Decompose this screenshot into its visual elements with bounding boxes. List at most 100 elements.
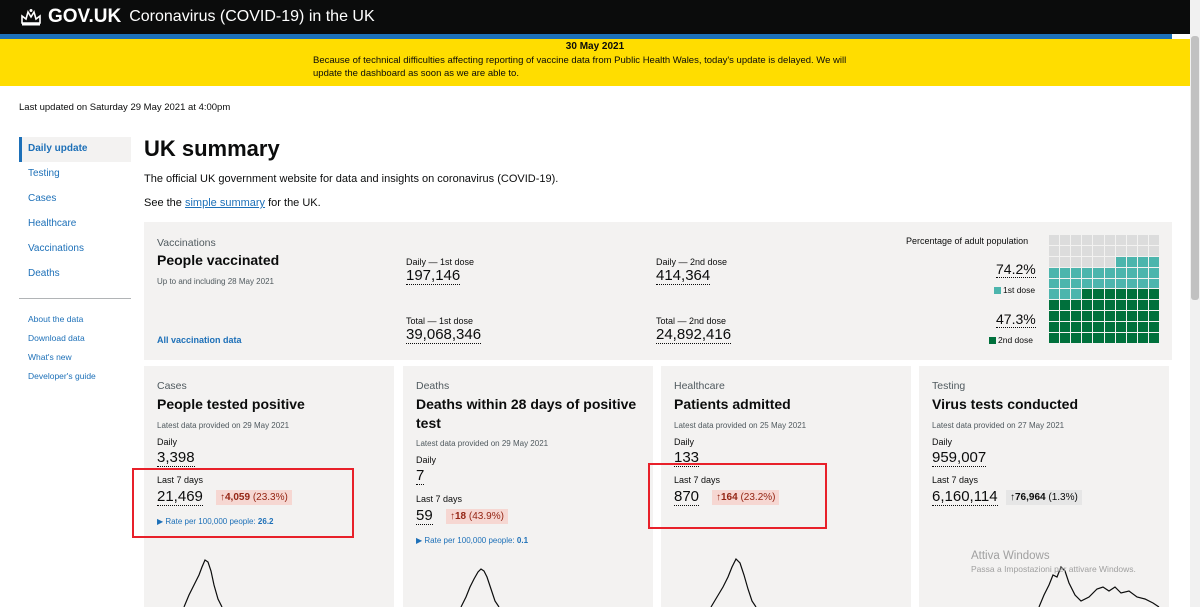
nav-vaccinations[interactable]: Vaccinations — [19, 237, 131, 262]
rate-label: Rate per 100,000 people: — [424, 536, 515, 545]
waffle-cell — [1126, 300, 1137, 311]
change-value: 76,964 — [1015, 492, 1046, 503]
waffle-cell — [1082, 289, 1093, 300]
deaths-card: Deaths Deaths within 28 days of positive… — [403, 366, 653, 607]
scrollbar-thumb[interactable] — [1191, 36, 1199, 300]
daily-label: Daily — [932, 437, 953, 447]
triangle-right-icon: ▶ — [416, 536, 423, 545]
card-title[interactable]: Patients admitted — [674, 395, 904, 414]
waffle-cell — [1060, 333, 1071, 343]
waffle-cell — [1049, 289, 1060, 300]
waffle-cell — [1049, 235, 1060, 245]
waffle-cell — [1082, 322, 1093, 333]
nav-cases[interactable]: Cases — [19, 187, 131, 212]
waffle-cell — [1093, 300, 1104, 311]
daily-value[interactable]: 3,398 — [157, 449, 195, 467]
legend-1st-label: 1st dose — [1003, 285, 1036, 295]
legend-2nd-dose: 2nd dose — [989, 335, 1033, 345]
rate-toggle[interactable]: ▶ Rate per 100,000 people: 0.1 — [416, 536, 528, 545]
nav-healthcare[interactable]: Healthcare — [19, 212, 131, 237]
total-1st-value[interactable]: 39,068,346 — [406, 326, 482, 344]
intro-text: The official UK government website for d… — [144, 173, 559, 185]
change-value: 18 — [455, 511, 467, 522]
vaccinations-category: Vaccinations — [157, 237, 216, 249]
waffle-cell — [1060, 245, 1071, 256]
daily-label: Daily — [674, 437, 695, 447]
site-title[interactable]: Coronavirus (COVID-19) in the UK — [129, 8, 374, 26]
nav-whats-new[interactable]: What's new — [19, 348, 131, 367]
site-header: GOV.UK Coronavirus (COVID-19) in the UK — [0, 0, 1190, 34]
nav-download-data[interactable]: Download data — [19, 329, 131, 348]
card-category: Cases — [157, 380, 187, 392]
waffle-cell — [1049, 300, 1060, 311]
waffle-cell — [1071, 333, 1082, 343]
waffle-cell — [1137, 256, 1148, 267]
waffle-cell — [1071, 278, 1082, 289]
waffle-cell — [1104, 278, 1115, 289]
simple-summary-link[interactable]: simple summary — [185, 197, 265, 209]
last7-value[interactable]: 6,160,114 — [932, 488, 998, 506]
waffle-cell — [1071, 322, 1082, 333]
waffle-cell — [1115, 267, 1126, 278]
waffle-cell — [1115, 300, 1126, 311]
waffle-cell — [1049, 278, 1060, 289]
crown-icon — [21, 9, 41, 26]
waffle-cell — [1126, 245, 1137, 256]
waffle-cell — [1071, 235, 1082, 245]
pct-2nd-dose[interactable]: 47.3% — [996, 311, 1036, 328]
waffle-cell — [1115, 256, 1126, 267]
nav-deaths[interactable]: Deaths — [19, 262, 131, 287]
nav-divider — [19, 298, 131, 299]
page-scrollbar[interactable] — [1190, 0, 1200, 607]
nav-testing[interactable]: Testing — [19, 162, 131, 187]
waffle-cell — [1049, 322, 1060, 333]
govuk-logo[interactable]: GOV.UK — [48, 6, 121, 28]
waffle-cell — [1126, 322, 1137, 333]
waffle-cell — [1148, 311, 1159, 322]
nav-about-data[interactable]: About the data — [19, 310, 131, 329]
pct-1st-dose[interactable]: 74.2% — [996, 261, 1036, 278]
waffle-cell — [1082, 278, 1093, 289]
card-title[interactable]: Virus tests conducted — [932, 395, 1162, 414]
waffle-cell — [1093, 311, 1104, 322]
card-title[interactable]: Deaths within 28 days of positive test — [416, 395, 646, 433]
waffle-cell — [1137, 278, 1148, 289]
card-category: Deaths — [416, 380, 450, 392]
daily-value[interactable]: 959,007 — [932, 449, 987, 467]
waffle-cell — [1060, 300, 1071, 311]
waffle-cell — [1115, 289, 1126, 300]
waffle-cell — [1126, 267, 1137, 278]
waffle-cell — [1093, 278, 1104, 289]
daily-1st-value[interactable]: 197,146 — [406, 267, 461, 285]
daily-1st-label: Daily — 1st dose — [406, 257, 475, 267]
see-summary-text: See the simple summary for the UK. — [144, 197, 321, 209]
waffle-cell — [1104, 322, 1115, 333]
nav-developers-guide[interactable]: Developer's guide — [19, 367, 131, 386]
last7-value[interactable]: 59 — [416, 507, 433, 525]
waffle-cell — [1082, 256, 1093, 267]
card-subtitle: Latest data provided on 27 May 2021 — [932, 421, 1065, 430]
daily-label: Daily — [157, 437, 178, 447]
watermark-line2: Passa a Impostazioni per attivare Window… — [971, 564, 1136, 574]
waffle-cell — [1082, 245, 1093, 256]
cases-sparkline — [183, 559, 223, 607]
daily-value[interactable]: 7 — [416, 467, 425, 485]
daily-2nd-value[interactable]: 414,364 — [656, 267, 711, 285]
card-category: Healthcare — [674, 380, 725, 392]
waffle-cell — [1060, 289, 1071, 300]
waffle-cell — [1115, 333, 1126, 343]
waffle-cell — [1115, 235, 1126, 245]
waffle-cell — [1115, 245, 1126, 256]
vaccinations-panel: Vaccinations People vaccinated Up to and… — [144, 222, 1172, 360]
total-2nd-value[interactable]: 24,892,416 — [656, 326, 732, 344]
banner-date: 30 May 2021 — [565, 41, 625, 52]
nav-daily-update[interactable]: Daily update — [19, 137, 131, 162]
card-title[interactable]: People tested positive — [157, 395, 387, 414]
last7-label: Last 7 days — [932, 475, 979, 485]
waffle-cell — [1137, 333, 1148, 343]
all-vaccination-data-link[interactable]: All vaccination data — [157, 335, 242, 345]
legend-1st-dose: 1st dose — [994, 285, 1035, 295]
waffle-cell — [1104, 311, 1115, 322]
waffle-cell — [1093, 245, 1104, 256]
vaccinations-title: People vaccinated — [157, 252, 280, 268]
